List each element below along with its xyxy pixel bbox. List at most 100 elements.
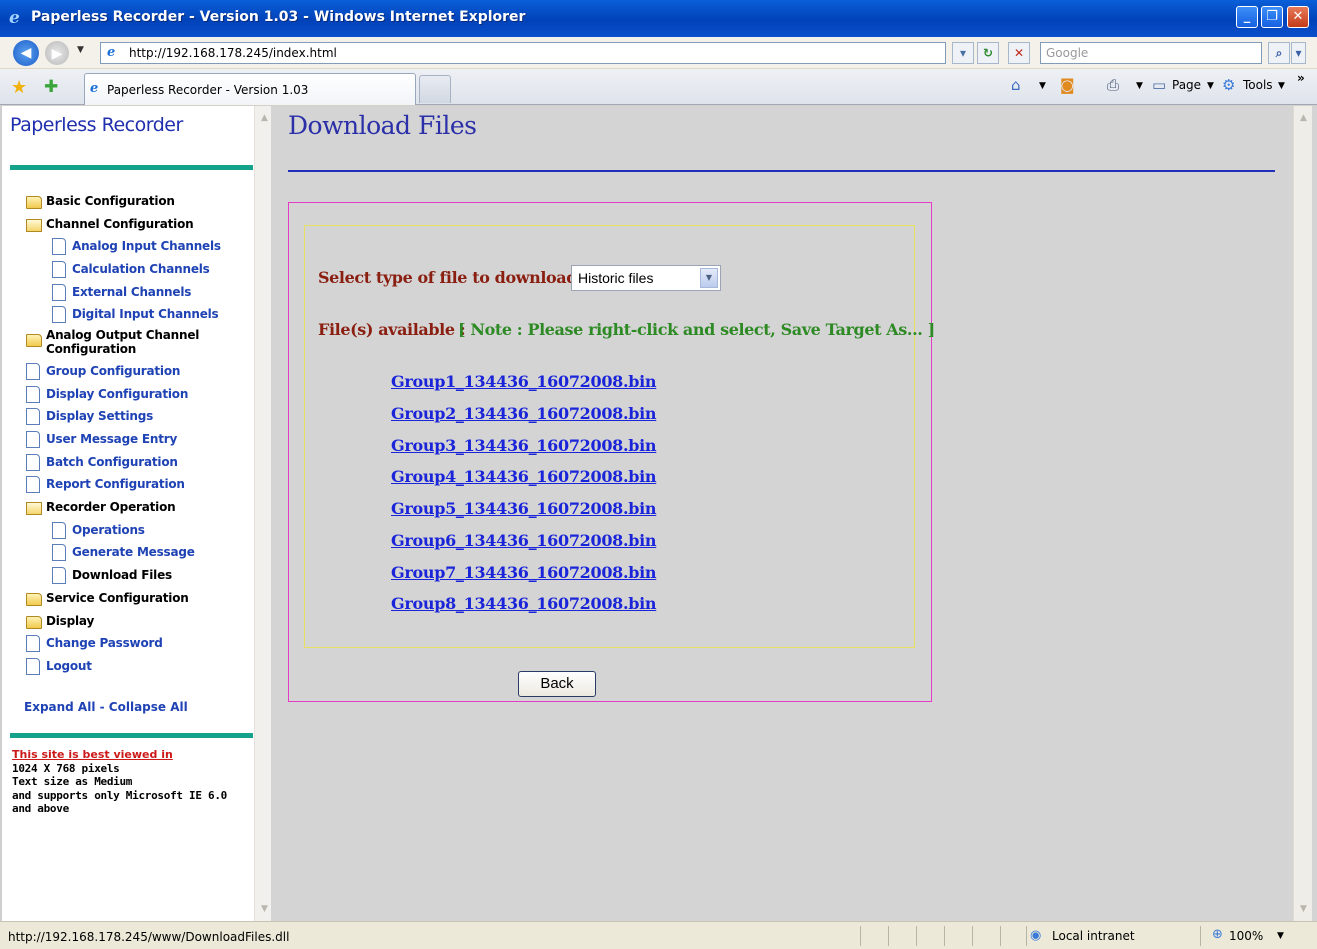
menu-label: Display (46, 614, 95, 628)
file-link-group3[interactable]: Group3_134436_16072008.bin (391, 436, 657, 455)
zoom-icon: ⊕ (1212, 927, 1223, 942)
document-icon (26, 476, 40, 493)
scroll-up-icon[interactable]: ▲ (1296, 111, 1311, 126)
file-list-panel: Select type of file to download Historic… (304, 225, 935, 648)
file-link-group4[interactable]: Group4_134436_16072008.bin (391, 467, 657, 486)
menu-label: Batch Configuration (46, 455, 178, 469)
scroll-down-icon[interactable]: ▼ (257, 902, 272, 917)
menu-label: Calculation Channels (72, 262, 210, 276)
more-commands-chevron[interactable]: » (1297, 71, 1305, 85)
best-viewed-link[interactable]: This site is best viewed in (12, 748, 173, 761)
folder-icon (26, 196, 42, 209)
new-tab-button[interactable] (419, 75, 451, 103)
file-link-group2[interactable]: Group2_134436_16072008.bin (391, 404, 657, 423)
scroll-up-icon[interactable]: ▲ (257, 111, 272, 126)
document-icon (26, 454, 40, 471)
tab-paperless-recorder[interactable]: e Paperless Recorder - Version 1.03 (84, 73, 416, 105)
file-type-select[interactable]: Historic files ▼ (571, 265, 721, 291)
file-link-group7[interactable]: Group7_134436_16072008.bin (391, 563, 657, 582)
menu-label: Change Password (46, 636, 163, 650)
divider (10, 165, 253, 170)
tools-dropdown-icon[interactable]: ▼ (1278, 81, 1285, 91)
file-link-group8[interactable]: Group8_134436_16072008.bin (391, 594, 657, 613)
file-link-group6[interactable]: Group6_134436_16072008.bin (391, 531, 657, 550)
home-dropdown-icon[interactable]: ▼ (1039, 81, 1046, 91)
tab-label: Paperless Recorder - Version 1.03 (107, 83, 309, 97)
menu-label: Service Configuration (46, 591, 189, 605)
menu-label: Display Settings (46, 409, 154, 423)
security-zone[interactable]: Local intranet (1052, 929, 1135, 943)
refresh-icon[interactable]: ↻ (977, 42, 999, 64)
minimize-button[interactable]: _ (1236, 6, 1258, 28)
menu-label: Channel Configuration (46, 217, 194, 231)
document-icon (52, 261, 66, 278)
content-scrollbar[interactable]: ▲ ▼ (1293, 106, 1312, 921)
content-frame: Download Files Select type of file to do… (271, 106, 1317, 921)
back-nav-button[interactable]: ◀ (13, 40, 39, 66)
document-icon (26, 658, 40, 675)
file-link-group1[interactable]: Group1_134436_16072008.bin (391, 372, 657, 391)
document-icon (52, 544, 66, 561)
status-divider (1200, 926, 1201, 946)
document-icon (26, 386, 40, 403)
zoom-level[interactable]: 100% (1229, 929, 1263, 943)
file-type-value: Historic files (578, 270, 654, 286)
document-icon (26, 635, 40, 652)
document-icon (52, 238, 66, 255)
status-divider (944, 926, 945, 946)
page-dropdown-icon[interactable]: ▼ (1207, 81, 1214, 91)
menu-label: Report Configuration (46, 477, 185, 491)
forward-nav-button[interactable]: ▶ (45, 41, 69, 65)
tools-gear-icon: ⚙ (1222, 76, 1236, 94)
print-dropdown-icon[interactable]: ▼ (1136, 81, 1143, 91)
print-icon[interactable]: ⎙ (1107, 76, 1119, 94)
stop-icon[interactable]: ✕ (1008, 42, 1030, 64)
document-icon (26, 408, 40, 425)
page-menu[interactable]: Page (1172, 78, 1201, 92)
page-icon: e (107, 45, 116, 60)
maximize-button[interactable]: ❐ (1261, 6, 1283, 28)
tab-ie-icon: e (90, 81, 99, 96)
menu-label: Analog Input Channels (72, 239, 221, 253)
status-bar: http://192.168.178.245/www/DownloadFiles… (0, 921, 1317, 949)
status-text: http://192.168.178.245/www/DownloadFiles… (8, 930, 290, 944)
chevron-down-icon[interactable]: ▼ (700, 268, 718, 288)
folder-icon (26, 616, 42, 629)
expand-collapse-link[interactable]: Expand All - Collapse All (24, 700, 188, 714)
home-icon[interactable]: ⌂ (1011, 76, 1021, 94)
menu-label: User Message Entry (46, 432, 178, 446)
menu-label: External Channels (72, 285, 192, 299)
navigation-frame: Paperless Recorder Basic Configuration C… (0, 106, 273, 921)
title-divider (288, 170, 1275, 172)
folder-open-icon (26, 502, 42, 515)
window-title: Paperless Recorder - Version 1.03 - Wind… (31, 9, 526, 25)
recent-pages-dropdown-icon[interactable]: ▼ (77, 45, 84, 55)
tab-command-bar: ★ ✚ e Paperless Recorder - Version 1.03 … (0, 69, 1317, 105)
title-bar: e Paperless Recorder - Version 1.03 - Wi… (0, 0, 1317, 37)
search-options-icon[interactable]: ▾ (1291, 42, 1306, 64)
back-button[interactable]: Back (518, 671, 596, 697)
search-input[interactable]: Google (1040, 42, 1262, 64)
scroll-down-icon[interactable]: ▼ (1296, 902, 1311, 917)
menu-label: Operations (72, 523, 145, 537)
address-input[interactable]: e http://192.168.178.245/index.html (100, 42, 946, 64)
tools-menu[interactable]: Tools (1243, 78, 1273, 92)
menu-label: Group Configuration (46, 364, 181, 378)
address-dropdown-icon[interactable]: ▾ (952, 42, 974, 64)
feeds-icon[interactable]: ◙ (1060, 76, 1075, 94)
status-divider (972, 926, 973, 946)
status-divider (1000, 926, 1001, 946)
menu-label: Generate Message (72, 545, 195, 559)
page-title: Download Files (288, 111, 477, 140)
file-link-group5[interactable]: Group5_134436_16072008.bin (391, 499, 657, 518)
document-icon (26, 431, 40, 448)
add-favorite-icon[interactable]: ✚ (44, 77, 58, 97)
menu-label: Display Configuration (46, 387, 189, 401)
close-button[interactable]: ✕ (1287, 6, 1309, 28)
file-type-label: Select type of file to download (318, 268, 578, 287)
search-icon[interactable]: ⌕ (1268, 42, 1290, 64)
favorites-star-icon[interactable]: ★ (11, 77, 27, 98)
zoom-dropdown-icon[interactable]: ▼ (1277, 931, 1284, 941)
page-menu-icon: ▭ (1152, 76, 1167, 94)
document-icon (52, 306, 66, 323)
